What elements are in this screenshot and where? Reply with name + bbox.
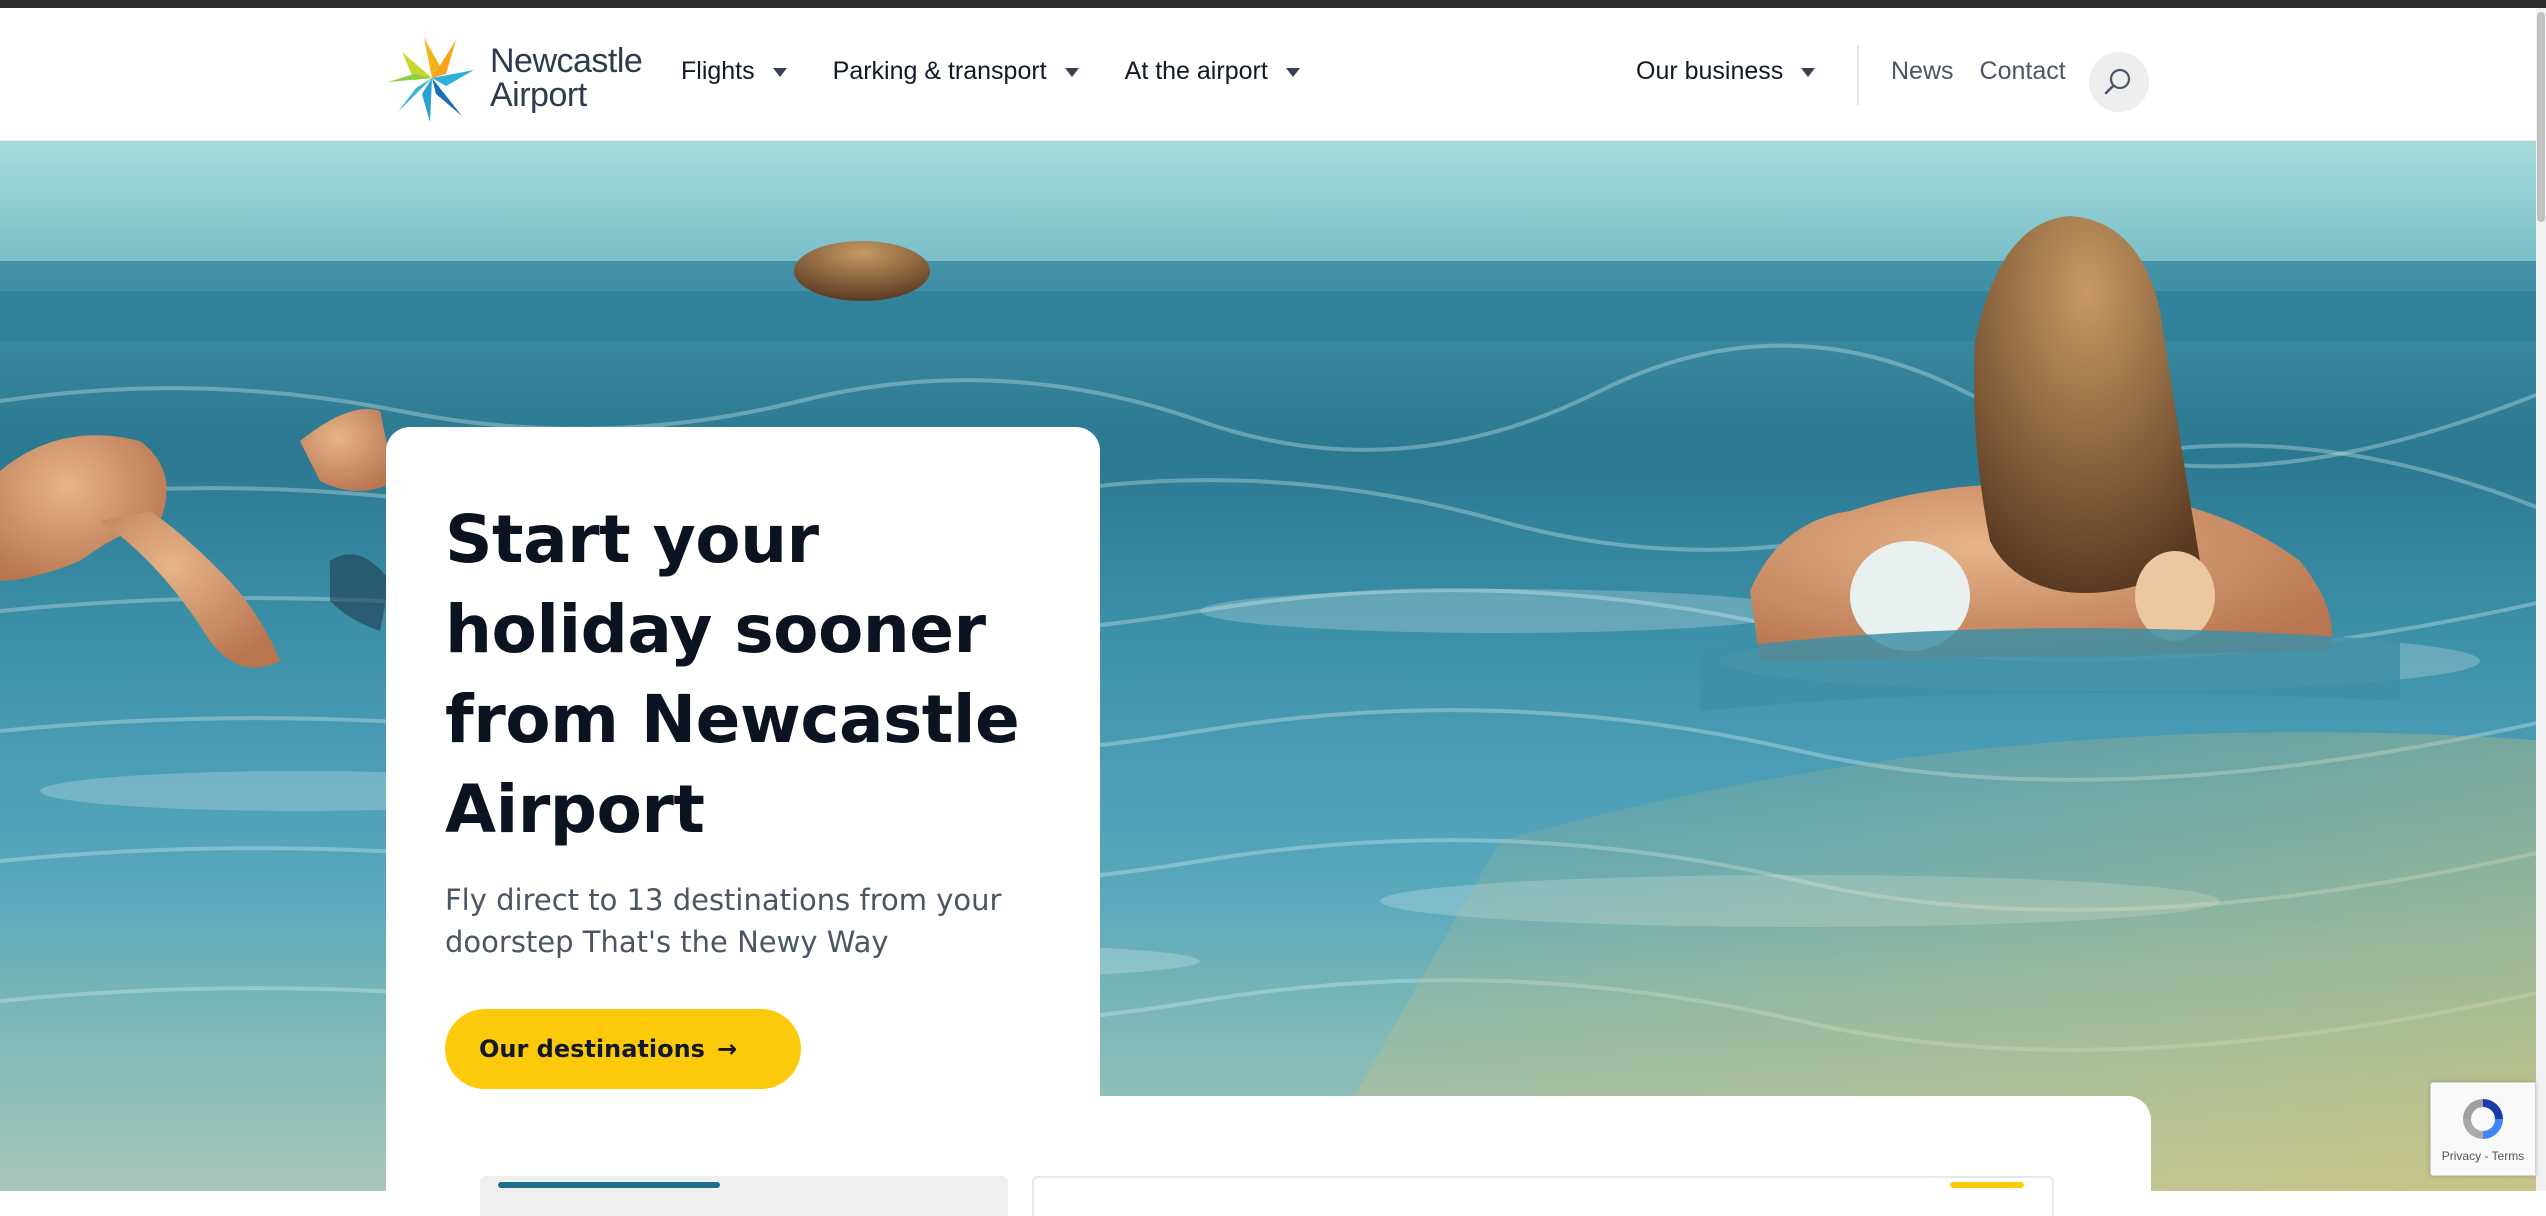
cta-label: Our destinations <box>479 1035 705 1063</box>
nav-item-label: Flights <box>681 56 755 85</box>
site-logo[interactable]: Newcastle Airport <box>384 30 654 126</box>
flight-search-tabs[interactable] <box>480 1176 1008 1216</box>
browser-top-edge <box>0 0 2546 8</box>
recaptcha-badge[interactable]: Privacy - Terms <box>2430 1082 2536 1176</box>
swimmer-left <box>0 409 395 668</box>
our-destinations-button[interactable]: Our destinations → <box>445 1009 801 1089</box>
active-tab-indicator <box>498 1182 720 1188</box>
hero-title: Start your holiday sooner from Newcastle… <box>445 501 1020 848</box>
nav-item-label: Our business <box>1636 56 1784 85</box>
nav-item-label: At the airport <box>1124 56 1268 85</box>
caret-down-icon <box>1285 67 1300 77</box>
site-header: Newcastle Airport Flights Parking & tran… <box>0 8 2546 141</box>
hero-card: Start your holiday sooner from Newcastle… <box>386 427 1100 1151</box>
scrollbar-thumb[interactable] <box>2537 12 2545 222</box>
hero-subtitle: Fly direct to 13 destinations from your … <box>445 883 1002 959</box>
flight-search-panel <box>386 1096 2151 1216</box>
hero-background-image <box>0 141 2546 1191</box>
search-button[interactable] <box>2089 52 2149 112</box>
swimmer-head-back <box>794 241 930 301</box>
caret-down-icon <box>1064 67 1079 77</box>
nav-item-label: Parking & transport <box>832 56 1047 85</box>
primary-nav: Flights Parking & transport At the airpo… <box>681 46 1300 96</box>
caret-down-icon <box>772 67 787 77</box>
search-icon <box>2104 68 2131 95</box>
hero-section: Start your holiday sooner from Newcastle… <box>0 141 2546 1191</box>
arrow-right-icon: → <box>716 1035 738 1063</box>
utility-links: News Contact <box>1891 46 2066 96</box>
recaptcha-links[interactable]: Privacy - Terms <box>2442 1149 2524 1163</box>
nav-item-our-business[interactable]: Our business <box>1636 56 1816 86</box>
search-field-accent <box>1950 1182 2024 1188</box>
star-burst-logo-icon <box>388 38 474 122</box>
nav-item-at-the-airport[interactable]: At the airport <box>1125 57 1300 86</box>
recaptcha-icon <box>2463 1099 2503 1139</box>
logo-wordmark: Newcastle Airport <box>490 42 643 114</box>
logo-line-1: Newcastle <box>490 42 643 80</box>
nav-item-flights[interactable]: Flights <box>681 57 787 86</box>
nav-divider <box>1857 45 1859 105</box>
secondary-nav: Our business <box>1636 46 1816 96</box>
news-link[interactable]: News <box>1891 57 1954 86</box>
nav-item-parking-transport[interactable]: Parking & transport <box>833 57 1079 86</box>
page-scrollbar[interactable] <box>2536 8 2546 1191</box>
contact-link[interactable]: Contact <box>1980 57 2066 86</box>
caret-down-icon <box>1801 67 1816 77</box>
flight-search-field[interactable] <box>1032 1176 2054 1216</box>
logo-line-2: Airport <box>490 76 587 114</box>
